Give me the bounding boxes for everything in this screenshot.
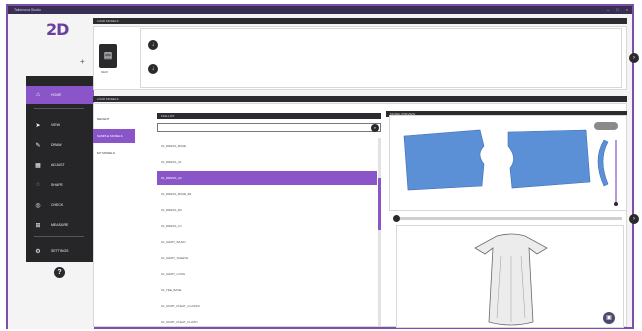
tab-recent[interactable]: RECENT	[93, 112, 135, 126]
section-header-bottom: LOAD MODELS	[93, 96, 627, 102]
arrow-right-icon-lower[interactable]: ›	[629, 214, 639, 224]
nav-item-draw[interactable]: ✎ DRAW	[26, 136, 94, 154]
nav-label: SHAPE	[51, 183, 63, 187]
maximize-icon[interactable]: □	[616, 6, 618, 14]
cursor-icon: ➤	[35, 122, 41, 129]
settings-icon: ⚙	[35, 248, 41, 255]
list-item[interactable]: 01_TEE_BASE	[157, 283, 377, 297]
pattern-pieces	[403, 122, 618, 206]
list-item[interactable]: 01_DRESS_C1	[157, 219, 377, 233]
dress-render	[474, 233, 548, 326]
list-item[interactable]: 01_SKIRT_PLEAT_CLASSIC	[157, 299, 377, 313]
circle-icon: ◌	[36, 182, 40, 188]
close-icon[interactable]: ×	[626, 6, 628, 14]
section-header-top: LOAD MODELS	[93, 18, 627, 24]
cube-icon[interactable]: ▣	[603, 312, 615, 324]
nav-divider	[34, 236, 84, 237]
zoom-slider[interactable]	[393, 215, 622, 222]
nav-item-check[interactable]: ◎ CHECK	[26, 196, 94, 214]
tab-my-models[interactable]: MY MODELS	[93, 146, 135, 160]
list-item[interactable]: 01_SKIRT_PLEAT_FLOWY	[157, 315, 377, 329]
search-icon[interactable]: ⌕	[371, 124, 379, 132]
nav-label: SETTINGS	[51, 249, 69, 253]
window-title: Tailornova Studio	[14, 8, 41, 12]
minimize-icon[interactable]: –	[607, 6, 609, 14]
nav-item-home[interactable]: ⌂ HOME	[26, 86, 94, 104]
list-item[interactable]: 01_SHIRT_SLEEVE	[157, 251, 377, 265]
action-list-panel	[140, 28, 622, 88]
nav-label: CHECK	[51, 203, 64, 207]
main-nav: ⌂ HOME ➤ VIEW ✎ DRAW ▦ ADJUST ◌ SHAPE ◎	[26, 76, 94, 262]
pattern-piece-back	[507, 129, 591, 189]
pattern-piece-sleeve	[597, 139, 609, 187]
new-document-button[interactable]: ▤	[99, 44, 117, 68]
garment-3d-preview	[396, 225, 624, 328]
nav-item-view[interactable]: ➤ VIEW	[26, 116, 94, 134]
list-item[interactable]: 01_DRESS_BASE_B2	[157, 187, 377, 201]
search-input[interactable]	[157, 123, 381, 132]
app-logo: 2D	[46, 20, 69, 39]
list-item[interactable]: 01_DRESS_B3	[157, 203, 377, 217]
help-button[interactable]: ?	[54, 267, 65, 278]
list-item-selected[interactable]: 01_DRESS_A2	[157, 171, 377, 185]
nav-divider	[34, 108, 84, 109]
nav-label: DRAW	[51, 143, 62, 147]
arrow-right-icon[interactable]: ›	[629, 53, 639, 63]
download-icon[interactable]: ↓	[148, 40, 158, 50]
list-item[interactable]: 01_DRESS_A1	[157, 155, 377, 169]
pattern-piece-front	[403, 129, 485, 191]
nav-item-measure[interactable]: ⊞ MEASURE	[26, 216, 94, 234]
nav-label: MEASURE	[51, 223, 69, 227]
nav-label: HOME	[51, 93, 62, 97]
nav-item-shape[interactable]: ◌ SHAPE	[26, 176, 94, 194]
scrollbar-thumb[interactable]	[378, 178, 381, 230]
title-bar: Tailornova Studio – □ ×	[8, 6, 632, 14]
home-icon: ⌂	[36, 92, 40, 98]
view-toggle-button	[594, 122, 618, 130]
left-sidebar: 2D + ⌂ HOME ➤ VIEW ✎ DRAW ▦ ADJUST ◌ SHA	[8, 14, 94, 329]
tab-sample-models[interactable]: SAMPLE MODELS	[93, 129, 135, 143]
nav-label: ADJUST	[51, 163, 65, 167]
nav-item-settings[interactable]: ⚙ SETTINGS	[26, 242, 94, 260]
new-document-label: NEW	[101, 70, 108, 74]
file-list-scrollbar[interactable]	[378, 138, 381, 326]
measure-icon: ⊞	[35, 222, 41, 229]
nav-item-adjust[interactable]: ▦ ADJUST	[26, 156, 94, 174]
slider-knob-left[interactable]	[393, 215, 400, 222]
file-list-header: FILE LIST	[157, 113, 381, 119]
grid-icon: ▦	[35, 162, 41, 169]
nav-label: VIEW	[51, 123, 60, 127]
list-item[interactable]: 01_SHIRT_LONG	[157, 267, 377, 281]
add-icon[interactable]: +	[80, 57, 85, 66]
upload-icon[interactable]: ↓	[148, 64, 158, 74]
pattern-viewer	[389, 115, 627, 211]
target-icon: ◎	[35, 202, 41, 209]
pencil-icon: ✎	[35, 142, 41, 149]
sleeve-guide-handle	[614, 202, 618, 206]
list-item[interactable]: 01_DRESS_BASE	[157, 139, 377, 153]
list-item[interactable]: 01_SHIRT_BASIC	[157, 235, 377, 249]
